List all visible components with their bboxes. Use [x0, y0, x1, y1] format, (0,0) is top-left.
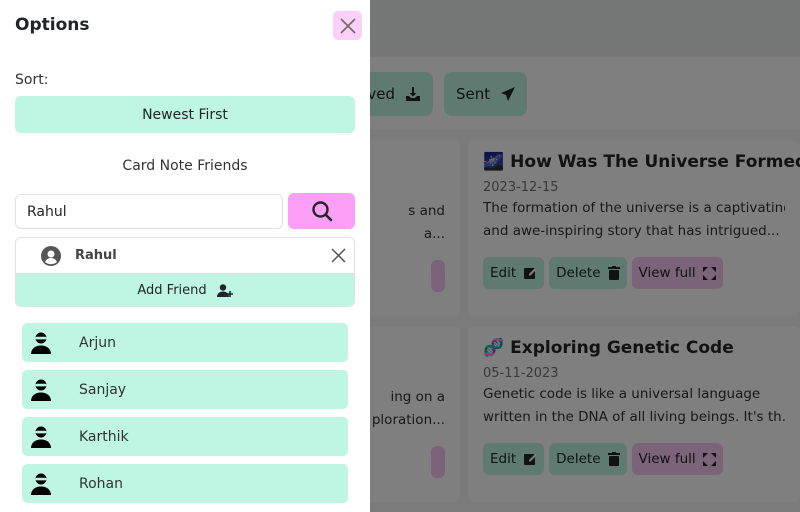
search-button[interactable] — [288, 193, 355, 229]
user-ninja-icon — [31, 332, 51, 354]
close-icon — [331, 248, 346, 263]
user-ninja-icon — [31, 379, 51, 401]
search-result-row: Rahul — [16, 238, 354, 273]
panel-title: Options — [15, 15, 90, 35]
friends-heading: Card Note Friends — [122, 158, 248, 174]
friend-item[interactable]: Arjun — [22, 323, 348, 362]
friend-item[interactable]: Karthik — [22, 417, 348, 456]
sort-select-button[interactable]: Newest First — [15, 96, 355, 133]
friend-item[interactable]: Rohan — [22, 464, 348, 503]
search-result-name: Rahul — [75, 248, 117, 263]
friend-search-input[interactable] — [15, 194, 283, 229]
user-circle-icon — [41, 245, 61, 266]
search-icon — [311, 200, 333, 222]
search-result: Rahul Add Friend — [15, 237, 355, 307]
dismiss-result-button[interactable] — [330, 247, 347, 264]
sort-label: Sort: — [15, 72, 49, 88]
close-icon — [339, 17, 356, 34]
friend-list: Arjun Sanjay Karthik Rohan — [22, 323, 348, 511]
close-button[interactable] — [333, 11, 362, 40]
add-friend-button[interactable]: Add Friend — [16, 273, 354, 306]
user-ninja-icon — [31, 473, 51, 495]
user-ninja-icon — [31, 426, 51, 448]
options-panel: Options Sort: Newest First Card Note Fri… — [0, 0, 370, 512]
user-plus-icon — [216, 283, 233, 298]
friend-item[interactable]: Sanjay — [22, 370, 348, 409]
